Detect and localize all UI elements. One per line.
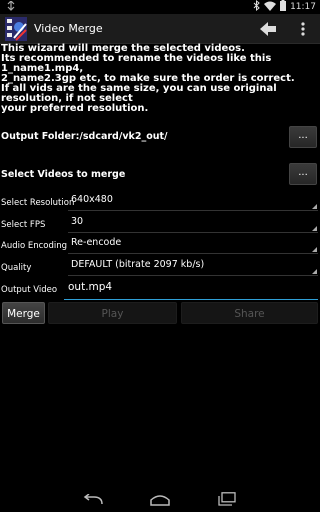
fps-value: 30 — [71, 216, 84, 227]
dropdown-corner-icon — [312, 204, 317, 209]
resolution-label: Select Resolution — [1, 198, 75, 208]
dropdown-corner-icon — [312, 269, 317, 274]
status-bar: 11:17 — [0, 0, 320, 14]
navigation-bar — [0, 486, 320, 512]
overflow-menu-button[interactable] — [298, 20, 308, 38]
output-video-field[interactable]: out.mp4 — [64, 281, 318, 300]
wizard-description: This wizard will merge the selected vide… — [1, 43, 295, 114]
fps-label: Select FPS — [1, 220, 46, 230]
select-videos-label: Select Videos to merge — [1, 169, 126, 180]
output-folder-browse-button[interactable]: ... — [289, 126, 317, 148]
wifi-icon — [264, 1, 277, 14]
quality-value: DEFAULT (bitrate 2097 kb/s) — [71, 259, 205, 270]
app-logo-icon — [4, 16, 28, 42]
quality-label: Quality — [1, 263, 32, 273]
resolution-value: 640x480 — [71, 194, 113, 205]
output-folder-label: Output Folder:/sdcard/vk2_out/ — [1, 131, 168, 142]
usb-debug-icon — [6, 0, 16, 15]
fps-select[interactable]: 30 — [68, 216, 318, 233]
back-arrow-button[interactable] — [258, 20, 278, 38]
action-bar: Video Merge — [0, 14, 320, 44]
recent-apps-nav-icon[interactable] — [217, 491, 237, 510]
share-button[interactable]: Share — [181, 302, 318, 324]
dropdown-corner-icon — [312, 226, 317, 231]
output-video-label: Output Video — [1, 285, 58, 295]
page-title: Video Merge — [34, 22, 103, 35]
home-nav-icon[interactable] — [149, 491, 171, 510]
merge-button[interactable]: Merge — [2, 302, 45, 324]
bluetooth-icon — [253, 0, 260, 14]
back-nav-icon[interactable] — [82, 491, 104, 510]
resolution-select[interactable]: 640x480 — [68, 194, 318, 211]
dropdown-corner-icon — [312, 247, 317, 252]
quality-select[interactable]: DEFAULT (bitrate 2097 kb/s) — [68, 259, 318, 276]
select-videos-button[interactable]: ... — [289, 163, 317, 185]
clock: 11:17 — [290, 2, 316, 12]
audio-encoding-value: Re-encode — [71, 237, 122, 248]
audio-encoding-select[interactable]: Re-encode — [68, 237, 318, 254]
play-button[interactable]: Play — [48, 302, 177, 324]
audio-encoding-label: Audio Encoding — [1, 241, 68, 251]
battery-icon — [280, 0, 287, 14]
